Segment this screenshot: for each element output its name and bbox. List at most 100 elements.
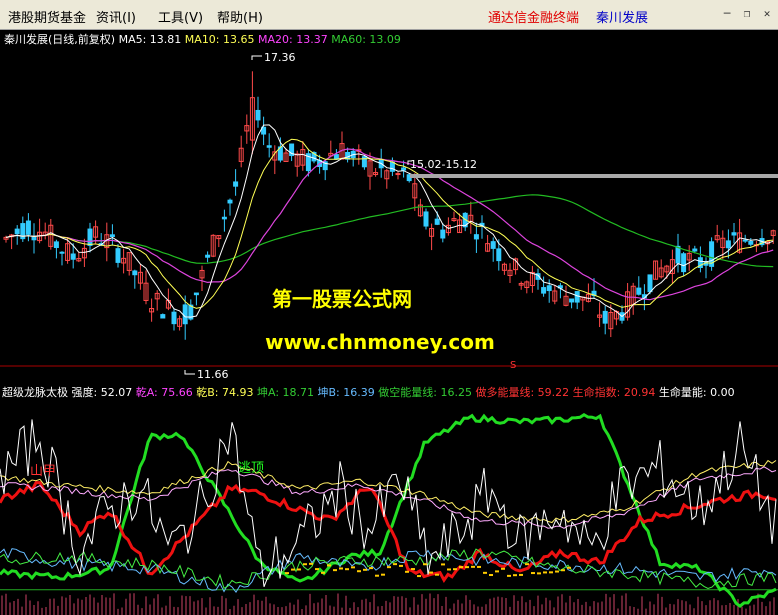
signal-dot [297, 568, 301, 571]
candle [557, 282, 563, 299]
signal-dot [495, 570, 499, 573]
candle [686, 245, 692, 271]
candle-body [681, 253, 687, 273]
signal-dot [435, 573, 439, 576]
watermark-title: 第一股票公式网 [272, 287, 412, 311]
candle [563, 285, 569, 307]
signal-dot [453, 568, 457, 571]
candle-body [25, 220, 31, 235]
close-icon[interactable]: ✕ [760, 6, 774, 20]
candle [210, 234, 216, 258]
candle-body [115, 248, 121, 263]
kun-a-line [0, 548, 777, 590]
menu-item-help[interactable]: 帮助(H) [217, 7, 263, 26]
signal-dot [555, 570, 559, 573]
candle [199, 265, 205, 292]
signal-dot [315, 568, 319, 571]
candle [59, 251, 65, 266]
candle [93, 220, 99, 244]
candle-body [434, 218, 440, 225]
candle-body [473, 234, 479, 240]
signal-dot [513, 574, 517, 577]
candle-body [490, 241, 496, 249]
candle-body [255, 109, 261, 121]
candle [395, 171, 401, 180]
candle-body [675, 245, 681, 264]
candle [529, 265, 535, 293]
ma10-line [5, 138, 774, 309]
main-chart-header: 秦川发展(日线,前复权) MA5: 13.81 MA10: 13.65 MA20… [4, 32, 401, 46]
candle-body [160, 314, 166, 319]
candle-body [171, 311, 177, 325]
candle [630, 282, 636, 315]
indicator-pane[interactable]: 超级龙脉太极 强度: 52.07 乾A: 75.66 乾B: 74.93 坤A:… [0, 360, 778, 615]
signal-dot [477, 565, 481, 568]
candle [714, 224, 720, 243]
candle [417, 198, 423, 217]
candle [109, 224, 115, 246]
candle [462, 212, 468, 232]
restore-icon[interactable]: ❐ [740, 6, 754, 20]
candle-body [109, 234, 115, 238]
candle-body [132, 270, 138, 276]
signal-dot [429, 571, 433, 574]
menu-item-hk-futures[interactable]: 港股期货基金 [8, 7, 86, 26]
candle-body [742, 239, 748, 242]
candle [580, 296, 586, 312]
signal-dot [531, 572, 535, 575]
signal-dot [351, 566, 355, 569]
candle [709, 237, 715, 271]
signal-dot [447, 568, 451, 571]
signal-dot [375, 574, 379, 577]
candle-body [221, 216, 227, 220]
candle [249, 71, 255, 155]
candle [143, 270, 149, 305]
candle [37, 218, 43, 244]
price-pane[interactable]: 17.36 11.66 15.02-15.12 秦川发展(日线,前复权) MA5: 1… [0, 32, 778, 381]
candle [625, 283, 631, 321]
menu-item-news[interactable]: 资讯(I) [96, 7, 136, 26]
candle [423, 208, 429, 230]
candle [451, 211, 457, 222]
stock-chart[interactable]: 17.36 11.66 15.02-15.12 秦川发展(日线,前复权) MA5: 1… [0, 30, 778, 615]
minimize-icon[interactable]: ─ [720, 6, 734, 20]
candle-body [401, 167, 407, 171]
signal-dot [369, 567, 373, 570]
signal-dot [465, 566, 469, 569]
signal-dot [543, 571, 547, 574]
candle [658, 259, 664, 279]
signal-dot [471, 565, 475, 568]
candle [373, 168, 379, 177]
candle [569, 298, 575, 309]
candle [765, 240, 771, 253]
signal-dot [567, 566, 571, 569]
candle-body [440, 229, 446, 239]
signal-dot [519, 573, 523, 576]
signal-dot [339, 567, 343, 570]
signal-dot [357, 570, 361, 573]
candle-body [692, 248, 698, 252]
range-price-label: 15.02-15.12 [410, 158, 477, 171]
signal-marker-s: S [510, 360, 516, 371]
candle [339, 131, 345, 160]
candle [300, 141, 306, 171]
signal-dot [321, 571, 325, 574]
candle [221, 209, 227, 232]
candle [121, 248, 127, 274]
signal-dot [327, 564, 331, 567]
candle-body [193, 292, 199, 296]
candle [255, 96, 261, 128]
candle [507, 263, 513, 284]
candle [132, 269, 138, 289]
candle [42, 222, 48, 240]
signal-dot [549, 571, 553, 574]
signal-dot [417, 575, 421, 578]
candle [748, 238, 754, 247]
candle [485, 234, 491, 253]
menu-item-tools[interactable]: 工具(V) [158, 7, 203, 26]
signal-dot [381, 573, 385, 576]
kun-b-line [0, 548, 777, 593]
candle-body [541, 287, 547, 294]
watermark-url: www.chnmoney.com [265, 330, 495, 354]
candle-body [266, 145, 272, 148]
